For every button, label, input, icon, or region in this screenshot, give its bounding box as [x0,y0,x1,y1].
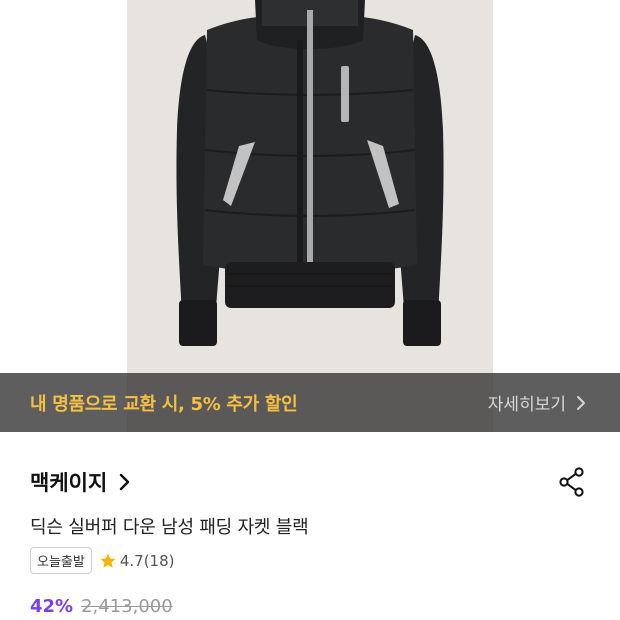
promo-details-label: 자세히보기 [487,395,566,415]
price-row: 42% 2,413,000 [30,596,173,617]
promo-details-link[interactable]: 자세히보기 [488,390,586,415]
original-price: 2,413,000 [81,596,173,617]
brand-link[interactable]: 맥케이지 [30,467,131,497]
brand-name: 맥케이지 [30,471,108,495]
chevron-right-icon [577,395,585,410]
brand-row: 맥케이지 [30,466,590,498]
product-meta: 오늘출발 4.7 (18) [30,547,175,574]
product-image-area: 내 명품으로 교환 시, 5% 추가 할인 자세히보기 [0,0,620,432]
rating[interactable]: 4.7 (18) [99,552,175,570]
jacket-illustration [176,0,444,346]
product-info: 맥케이지 딕슨 실버퍼 다운 남성 패딩 자켓 블랙 오늘출발 4.7 (18)… [0,432,620,620]
chevron-right-icon [120,473,130,491]
shipping-badge: 오늘출발 [30,547,92,574]
rating-value: 4.7 [119,551,144,570]
star-icon [100,553,116,568]
product-title: 딕슨 실버퍼 다운 남성 패딩 자켓 블랙 [30,517,309,538]
share-icon [559,467,584,497]
review-count: (18) [143,551,175,570]
discount-rate: 42% [30,596,74,617]
product-photo[interactable] [127,0,493,432]
promo-banner[interactable]: 내 명품으로 교환 시, 5% 추가 할인 자세히보기 [0,373,620,432]
promo-text: 내 명품으로 교환 시, 5% 추가 할인 [30,393,298,415]
share-button[interactable] [556,466,588,498]
